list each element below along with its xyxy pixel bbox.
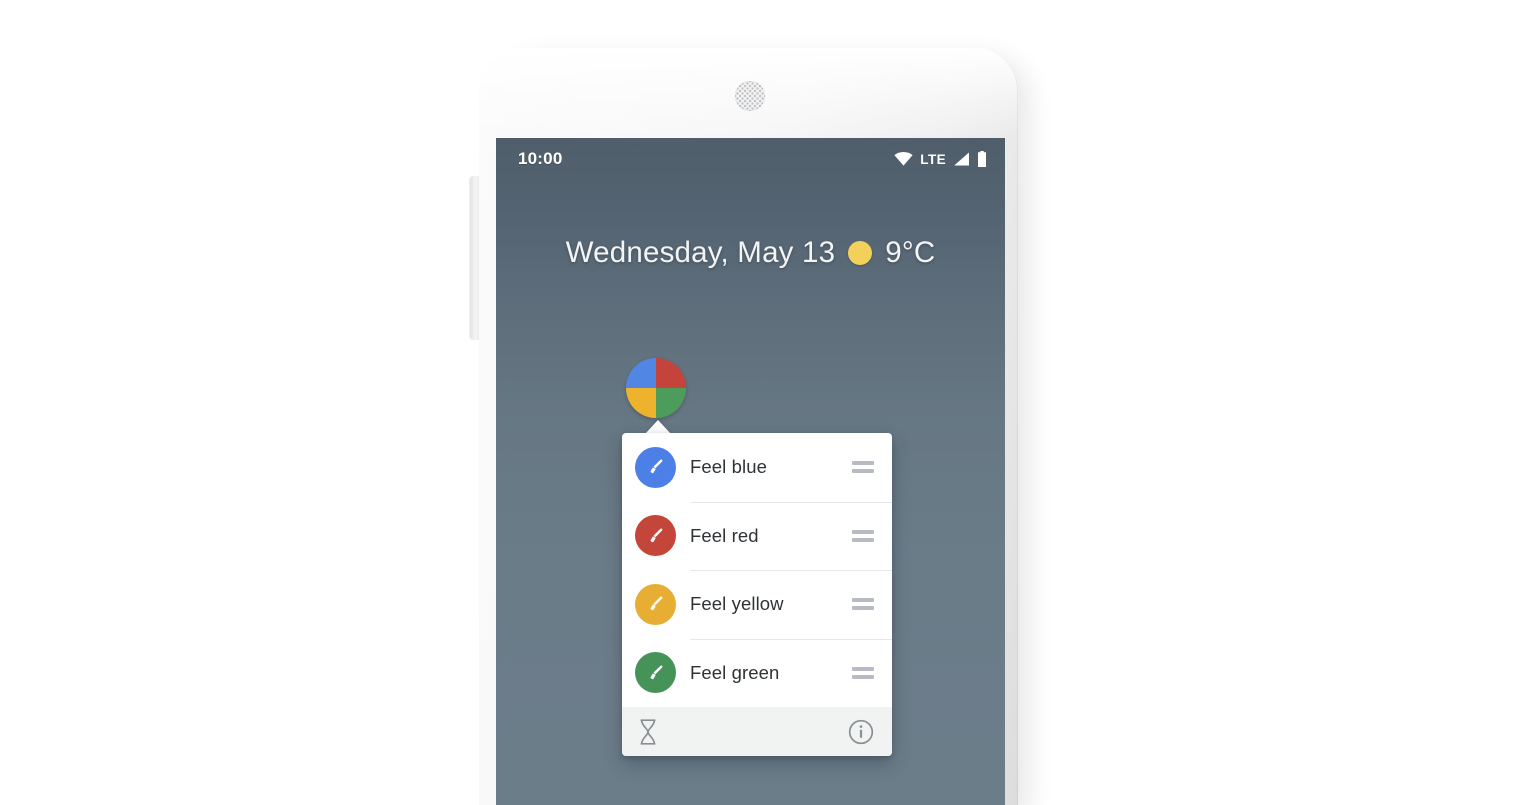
shortcut-item-feel-green[interactable]: Feel green xyxy=(622,638,892,708)
shortcut-item-label: Feel blue xyxy=(690,456,768,478)
status-bar-icons: LTE xyxy=(894,151,987,167)
shortcut-item-label: Feel green xyxy=(690,661,780,683)
shortcut-item-feel-red[interactable]: Feel red xyxy=(622,501,892,571)
drag-handle-icon[interactable] xyxy=(852,598,874,611)
app-icon-four-quadrant[interactable] xyxy=(626,358,686,418)
cellular-signal-icon xyxy=(953,152,970,166)
screenshot-canvas: 10:00 LTE Wednesday, May 13 9°C Feel blu… xyxy=(0,0,1534,805)
speaker-grille-icon xyxy=(735,81,765,111)
date-weather-widget[interactable]: Wednesday, May 13 9°C xyxy=(496,236,1005,270)
shortcut-item-feel-yellow[interactable]: Feel yellow xyxy=(622,570,892,639)
paintbrush-icon xyxy=(635,652,676,694)
drag-handle-icon[interactable] xyxy=(852,666,874,679)
battery-icon xyxy=(977,151,987,167)
network-type-label: LTE xyxy=(920,151,946,167)
status-bar: 10:00 LTE xyxy=(496,138,1005,180)
popup-arrow xyxy=(645,420,671,434)
popup-footer xyxy=(622,707,892,756)
app-shortcuts-popup: Feel blue Feel red Feel yellow Feel gree… xyxy=(622,433,892,756)
widget-temperature: 9°C xyxy=(885,236,936,269)
drag-handle-icon[interactable] xyxy=(852,529,874,542)
shortcut-item-label: Feel yellow xyxy=(690,593,784,615)
shortcut-item-label: Feel red xyxy=(690,524,759,546)
paintbrush-icon xyxy=(635,583,676,625)
status-bar-clock: 10:00 xyxy=(518,149,563,168)
paintbrush-icon xyxy=(635,446,676,488)
wifi-icon xyxy=(894,152,913,166)
hourglass-icon[interactable] xyxy=(638,718,658,745)
widget-date-text: Wednesday, May 13 xyxy=(565,236,836,269)
sunny-icon xyxy=(848,241,873,265)
shortcut-item-feel-blue[interactable]: Feel blue xyxy=(622,433,892,502)
paintbrush-icon xyxy=(635,515,676,557)
drag-handle-icon[interactable] xyxy=(852,461,874,474)
volume-button[interactable] xyxy=(470,176,479,340)
app-info-icon[interactable] xyxy=(848,719,874,745)
